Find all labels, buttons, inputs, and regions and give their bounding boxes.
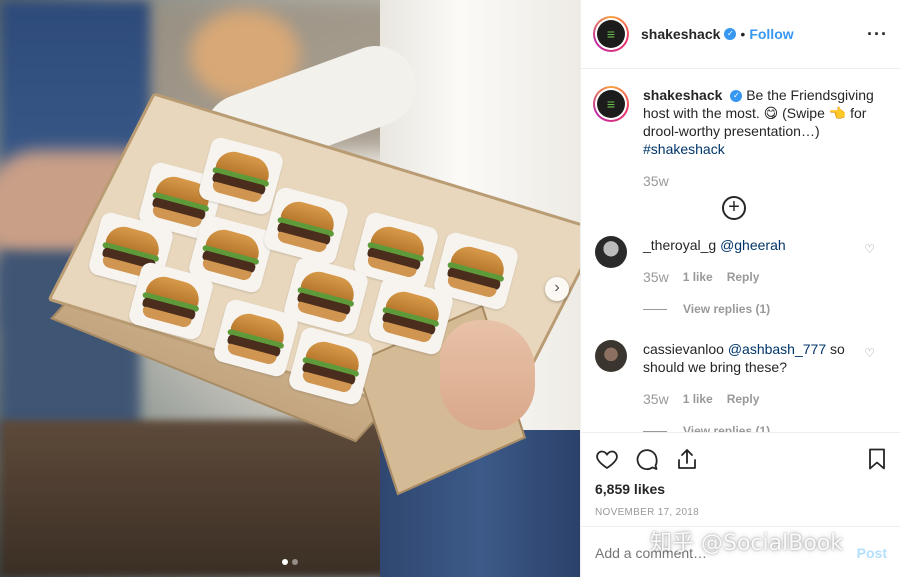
post-date[interactable]: NOVEMBER 17, 2018 [581,497,900,518]
comment-username[interactable]: cassievanloo [643,341,724,357]
comment-likes[interactable]: 1 like [683,268,713,286]
action-icons [581,433,900,475]
burger [351,210,441,292]
comment-meta: 35w 1 like Reply [643,390,853,408]
comment-time[interactable]: 35w [643,390,669,408]
reply-button[interactable]: Reply [727,268,760,286]
more-options-icon[interactable]: ··· [867,24,888,45]
shakeshack-logo-icon: ≡ [597,20,625,48]
replies-line [643,308,667,310]
comment-mention[interactable]: @gheerah [720,237,786,253]
header-username[interactable]: shakeshack [641,26,720,42]
post-sidebar: ≡ shakeshack ✓ • Follow ··· ≡ shakeshack… [580,0,900,577]
burger [261,185,351,267]
server-hand [440,320,535,430]
reply-button[interactable]: Reply [727,390,760,408]
burger [286,325,376,407]
hashtag-link[interactable]: #shakeshack [643,141,725,157]
comment-avatar[interactable] [595,340,627,372]
burger [196,135,286,217]
post-comment-button[interactable]: Post [857,545,887,561]
verified-badge-icon: ✓ [724,28,737,40]
comment-body: cassievanloo @ashbash_777 so should we b… [643,340,853,432]
avatar[interactable]: ≡ [593,16,629,52]
carousel-dot-active [282,559,288,565]
shakeshack-logo-icon: ≡ [597,90,625,118]
comment: _theroyal_g @gheerah 35w 1 like Reply Vi… [593,236,885,318]
view-replies-button[interactable]: View replies (1) [643,300,853,318]
comments-scroll[interactable]: ≡ shakeshack ✓ Be the Friendsgiving host… [581,70,900,432]
comment-likes[interactable]: 1 like [683,390,713,408]
caption: ≡ shakeshack ✓ Be the Friendsgiving host… [593,86,885,190]
burger [281,255,371,337]
load-more-comments-icon[interactable]: + [722,196,746,220]
burger [126,260,216,342]
post-header: ≡ shakeshack ✓ • Follow ··· [581,0,900,69]
view-replies-label: View replies (1) [683,424,771,432]
comment-like-heart-icon[interactable]: ♡ [864,346,875,360]
comment: cassievanloo @ashbash_777 so should we b… [593,340,885,432]
carousel-dots [0,559,580,565]
likes-count[interactable]: 6,859 likes [581,475,900,497]
separator-dot: • [740,26,746,42]
comment-time[interactable]: 35w [643,268,669,286]
comment-mention[interactable]: @ashbash_777 [728,341,826,357]
carousel-dot [292,559,298,565]
comment-like-heart-icon[interactable]: ♡ [864,242,875,256]
view-replies-button[interactable]: View replies (1) [643,422,853,432]
watermark: 知乎 @SocialBook [650,531,843,556]
comment-icon[interactable] [635,447,659,471]
burger [211,297,301,379]
bookmark-icon[interactable] [865,447,889,471]
comment-body: _theroyal_g @gheerah 35w 1 like Reply Vi… [643,236,853,318]
post-photo[interactable]: › [0,0,580,577]
comment-meta: 35w 1 like Reply [643,268,853,286]
view-replies-label: View replies (1) [683,302,771,316]
comment-username[interactable]: _theroyal_g [643,237,716,253]
carousel-next-button[interactable]: › [545,277,569,301]
burger [366,275,456,357]
follow-button[interactable]: Follow [749,26,793,42]
caption-text: shakeshack ✓ Be the Friendsgiving host w… [643,86,879,190]
share-icon[interactable] [675,447,699,471]
caption-avatar[interactable]: ≡ [593,86,629,122]
caption-time[interactable]: 35w [643,172,879,190]
caption-username[interactable]: shakeshack [643,87,722,103]
comment-avatar[interactable] [595,236,627,268]
verified-badge-icon: ✓ [730,90,743,103]
like-heart-icon[interactable] [595,447,619,471]
load-more: + [583,196,885,220]
